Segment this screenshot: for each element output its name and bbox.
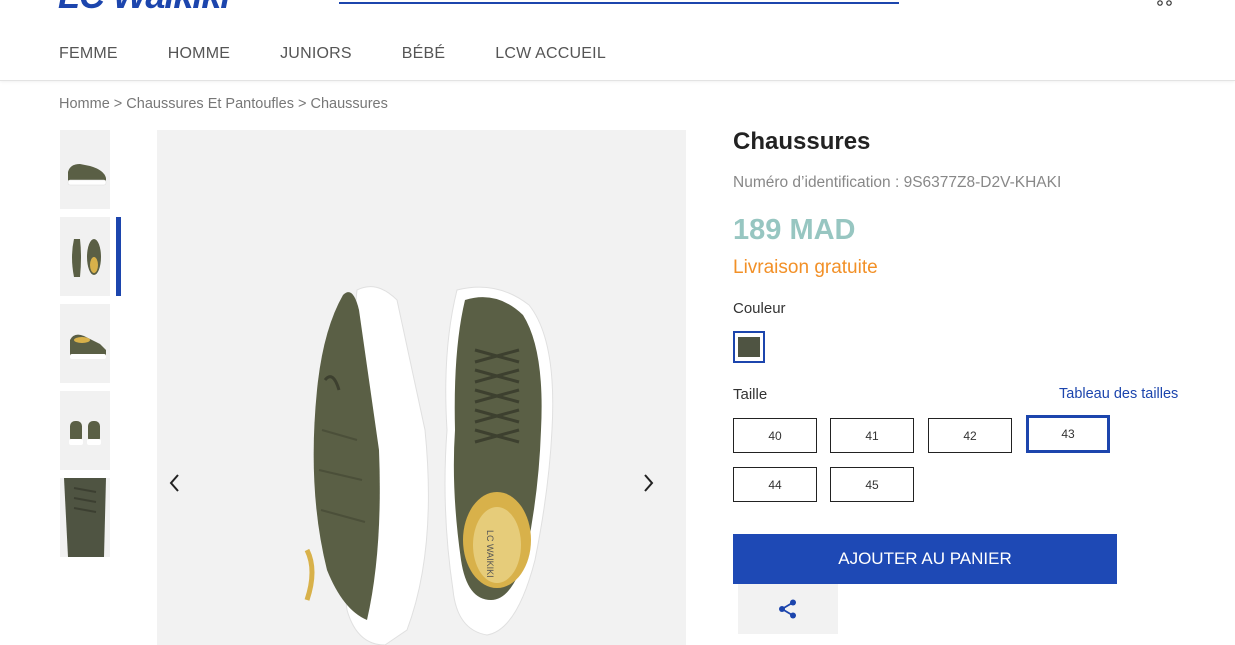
- size-option-45[interactable]: 45: [830, 467, 914, 502]
- cart-icon[interactable]: [1153, 0, 1177, 8]
- thumbnail-1[interactable]: [60, 130, 110, 209]
- brand-logo[interactable]: LC Waikiki: [58, 0, 230, 14]
- add-to-cart-button[interactable]: AJOUTER AU PANIER: [733, 534, 1117, 584]
- color-swatch-fill: [738, 337, 760, 357]
- shipping-info: Livraison gratuite: [733, 257, 878, 278]
- size-option-42[interactable]: 42: [928, 418, 1012, 453]
- breadcrumb-link-chaussures-et-pantoufles[interactable]: Chaussures Et Pantoufles: [126, 96, 294, 112]
- share-button[interactable]: [738, 584, 838, 634]
- product-price: 189 MAD: [733, 214, 856, 246]
- active-thumbnail-indicator: [116, 217, 121, 296]
- product-main-image[interactable]: LC WAIKIKI: [157, 130, 686, 645]
- size-chart-link[interactable]: Tableau des tailles: [1059, 386, 1178, 402]
- site-header: LC Waikiki FEMME HOMME JUNIORS BÉBÉ LCW …: [0, 0, 1235, 81]
- nav-item-homme[interactable]: HOMME: [168, 45, 230, 63]
- product-identification: Numéro d’identification : 9S6377Z8-D2V-K…: [733, 174, 1062, 191]
- thumbnail-3[interactable]: [60, 304, 110, 383]
- nav-item-femme[interactable]: FEMME: [59, 45, 118, 63]
- breadcrumb-separator: >: [109, 96, 127, 112]
- thumbnail-2[interactable]: [60, 217, 110, 296]
- product-title: Chaussures: [733, 128, 871, 155]
- thumbnail-5[interactable]: [60, 478, 110, 557]
- share-icon: [779, 599, 796, 619]
- chevron-right-icon[interactable]: [638, 470, 658, 496]
- color-swatch-khaki[interactable]: [733, 331, 765, 363]
- breadcrumb-separator: >: [293, 96, 311, 112]
- breadcrumb: Homme > Chaussures Et Pantoufles > Chaus…: [59, 96, 388, 112]
- size-option-40[interactable]: 40: [733, 418, 817, 453]
- svg-text:LC WAIKIKI: LC WAIKIKI: [485, 530, 495, 578]
- shoe-image: LC WAIKIKI: [157, 130, 686, 645]
- breadcrumb-current[interactable]: Chaussures: [310, 96, 387, 112]
- thumbnail-list: [60, 130, 122, 565]
- breadcrumb-link-homme[interactable]: Homme: [59, 96, 110, 112]
- chevron-left-icon[interactable]: [165, 470, 185, 496]
- size-option-41[interactable]: 41: [830, 418, 914, 453]
- search-bar[interactable]: [339, 2, 899, 4]
- nav-item-bebe[interactable]: BÉBÉ: [402, 45, 446, 63]
- size-option-44[interactable]: 44: [733, 467, 817, 502]
- main-nav: FEMME HOMME JUNIORS BÉBÉ LCW ACCUEIL: [59, 45, 656, 63]
- size-label: Taille: [733, 386, 768, 403]
- color-label: Couleur: [733, 300, 786, 317]
- nav-item-lcw-accueil[interactable]: LCW ACCUEIL: [495, 45, 606, 63]
- thumbnail-4[interactable]: [60, 391, 110, 470]
- size-option-43[interactable]: 43: [1026, 415, 1110, 453]
- nav-item-juniors[interactable]: JUNIORS: [280, 45, 352, 63]
